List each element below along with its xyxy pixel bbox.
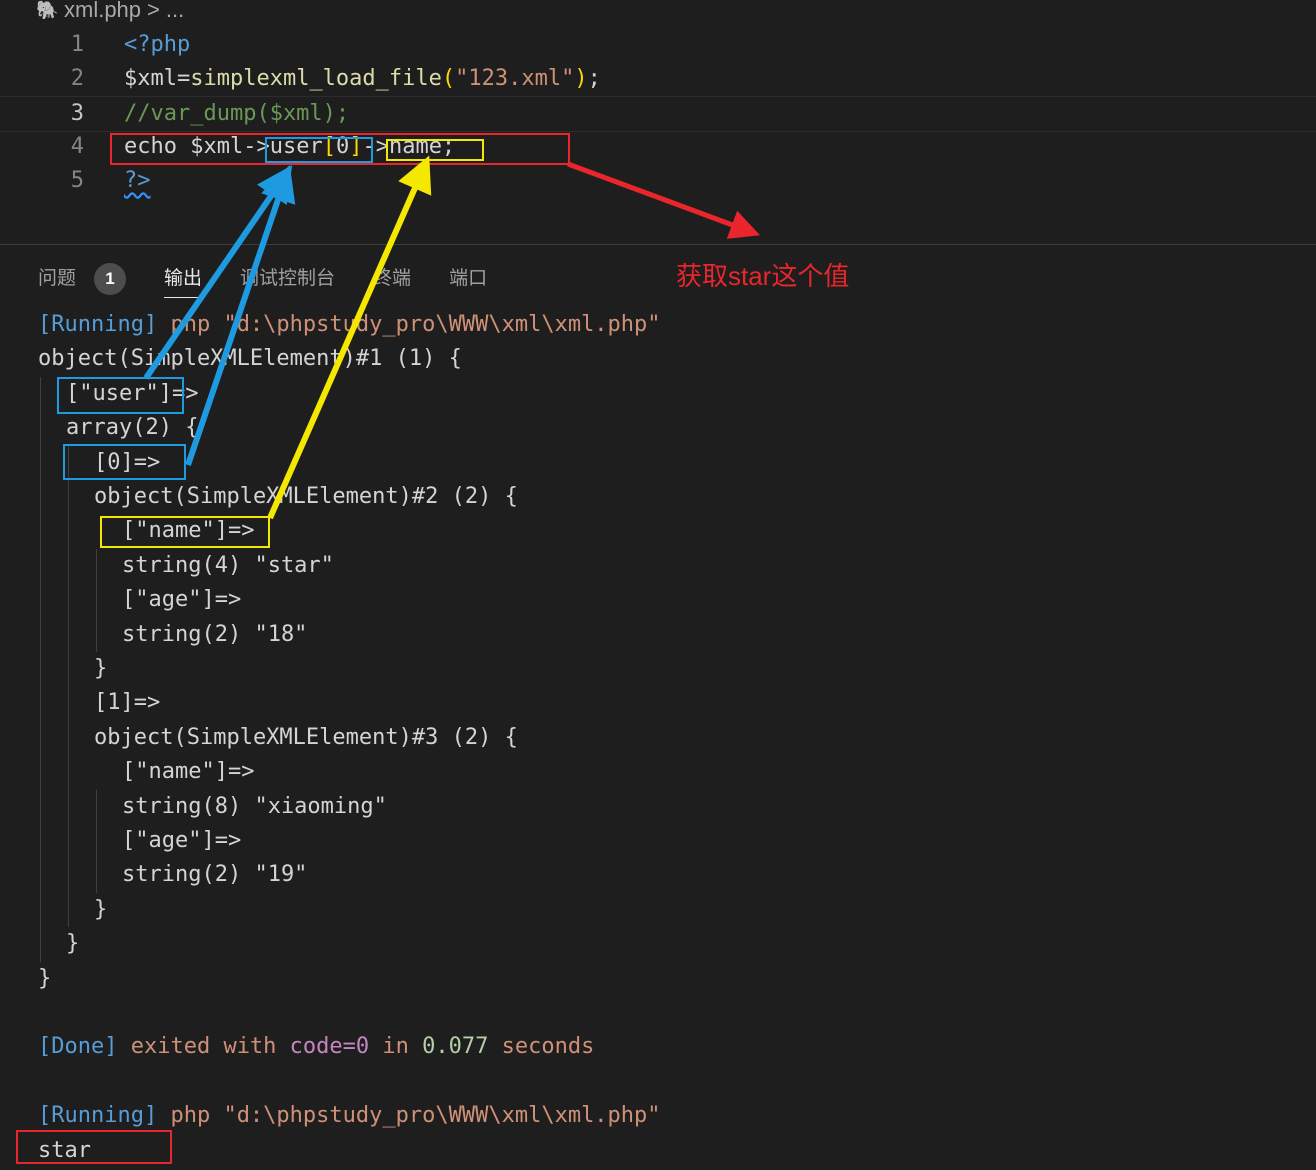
line-number: 2: [70, 66, 84, 91]
highlight-user-key-box: [57, 377, 184, 414]
code-token: ): [574, 66, 588, 91]
output-line: ["name"]=>: [122, 755, 254, 789]
php-elephant-icon: 🐘: [36, 0, 59, 20]
output-token: ["name"]=>: [122, 759, 255, 785]
panel-tab-label: 端口: [449, 268, 488, 289]
output-line: object(SimpleXMLElement)#3 (2) {: [94, 721, 518, 755]
highlight-name-key-box: [100, 516, 270, 548]
output-line: object(SimpleXMLElement)#1 (1) {: [38, 342, 462, 376]
output-token: in: [369, 1034, 423, 1060]
breadcrumb-more[interactable]: ...: [166, 0, 184, 23]
panel-tab-label: 输出: [164, 268, 203, 289]
indent-guide: [40, 376, 41, 962]
output-token: string(8) "xiaoming": [122, 793, 387, 819]
code-line[interactable]: 3 //var_dump($xml);: [0, 96, 1316, 132]
output-token: [1]=>: [94, 690, 161, 716]
code-text[interactable]: ?>: [124, 164, 151, 198]
line-number: 1: [70, 32, 84, 57]
output-token: }: [38, 965, 52, 991]
line-number: 5: [70, 168, 84, 193]
highlight-output-star-box: [16, 1130, 172, 1164]
line-number: 3: [70, 101, 84, 126]
breadcrumb-file[interactable]: xml.php: [64, 0, 141, 23]
output-line: }: [94, 893, 107, 927]
highlight-index0-box: [63, 444, 186, 480]
output-line: ["age"]=>: [122, 583, 241, 617]
code-line[interactable]: 5 ?>: [0, 164, 1316, 198]
output-token: exited with: [117, 1034, 290, 1060]
panel-tab-label: 调试控制台: [240, 268, 336, 289]
code-line[interactable]: 1 <?php: [0, 28, 1316, 62]
output-line: }: [38, 962, 51, 996]
code-token: ;: [587, 66, 601, 91]
annotation-text: 获取star这个值: [676, 261, 850, 291]
output-token: }: [94, 656, 108, 681]
breadcrumb: 🐘 xml.php > ...: [36, 0, 184, 24]
output-token: }: [66, 931, 80, 957]
panel-tab[interactable]: 输出: [164, 262, 203, 298]
output-token: }: [94, 896, 108, 922]
panel-tab[interactable]: 问题 1: [38, 262, 127, 296]
code-text[interactable]: //var_dump($xml);: [124, 97, 349, 131]
output-token: object(SimpleXMLElement)#3 (2) {: [94, 724, 518, 750]
output-token: [Done]: [38, 1034, 118, 1060]
code-token: <?php: [124, 32, 191, 57]
output-line: }: [94, 652, 107, 686]
output-line: string(4) "star": [122, 549, 334, 583]
panel-tab[interactable]: 调试控制台: [240, 262, 335, 296]
output-line: [Running] php "d:\phpstudy_pro\WWW\xml\x…: [38, 1099, 661, 1133]
indent-guide: [68, 445, 69, 928]
output-token: [Running]: [38, 1103, 158, 1129]
output-token: 0.077: [422, 1034, 489, 1060]
breadcrumb-separator: >: [147, 0, 160, 22]
output-token: ["age"]=>: [122, 587, 242, 613]
output-token: object(SimpleXMLElement)#1 (1) {: [38, 346, 462, 372]
panel-tabs: 问题 1 输出 调试控制台 终端 端口: [38, 262, 525, 298]
line-number: 4: [70, 134, 84, 159]
output-line: [1]=>: [94, 686, 160, 720]
output-token: [Running]: [38, 312, 158, 337]
output-token: code=0: [289, 1034, 370, 1060]
output-line: ["age"]=>: [122, 824, 241, 858]
output-token: php "d:\phpstudy_pro\WWW\xml\xml.php": [157, 1103, 661, 1129]
output-token: array(2) {: [66, 415, 199, 441]
output-token: php "d:\phpstudy_pro\WWW\xml\xml.php": [157, 312, 661, 337]
output-token: string(2) "19": [122, 862, 308, 888]
output-line: object(SimpleXMLElement)#2 (2) {: [94, 480, 518, 514]
output-line: [Done] exited with code=0 in 0.077 secon…: [38, 1030, 594, 1064]
output-line: array(2) {: [66, 411, 198, 445]
code-token: //var_dump($xml);: [124, 101, 350, 126]
code-token: simplexml_load_file: [190, 66, 442, 91]
panel-tab-label: 终端: [373, 268, 412, 289]
output-token: string(4) "star": [122, 552, 334, 578]
output-token: string(2) "18": [122, 621, 308, 647]
output-line: string(8) "xiaoming": [122, 790, 387, 824]
panel-tab[interactable]: 终端: [373, 262, 411, 296]
code-token: ?>: [124, 168, 151, 193]
output-line: string(2) "19": [122, 858, 307, 892]
code-token: (: [441, 66, 456, 91]
output-line: [Running] php "d:\phpstudy_pro\WWW\xml\x…: [38, 308, 661, 342]
problems-count-badge: 1: [94, 263, 127, 295]
code-text[interactable]: <?php: [124, 28, 190, 62]
code-token: "123.xml": [455, 66, 575, 91]
code-token: $xml: [124, 66, 177, 91]
output-token: object(SimpleXMLElement)#2 (2) {: [94, 484, 518, 509]
panel-divider: [0, 244, 1316, 245]
code-token: =: [176, 66, 191, 91]
indent-guide: [96, 548, 97, 652]
output-token: ["age"]=>: [122, 828, 242, 853]
output-line: }: [66, 927, 79, 961]
panel-tab-label: 问题: [38, 268, 77, 289]
highlight-name-box: [386, 139, 484, 161]
output-token: seconds: [488, 1034, 595, 1060]
code-text[interactable]: $xml=simplexml_load_file("123.xml");: [124, 62, 601, 96]
indent-guide: [96, 789, 97, 893]
panel-tab[interactable]: 端口: [449, 262, 487, 296]
code-line[interactable]: 2 $xml=simplexml_load_file("123.xml");: [0, 62, 1316, 96]
output-line: string(2) "18": [122, 618, 307, 652]
highlight-user-index-box: [265, 137, 373, 163]
